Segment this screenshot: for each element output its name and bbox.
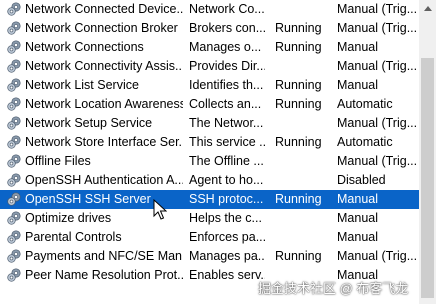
service-startup-type: Manual (Trig... [337,21,418,35]
service-name: Network Connection Broker [25,21,178,35]
service-gear-icon [6,58,22,74]
service-gear-icon [6,96,22,112]
service-startup-type: Manual (Trig... [337,2,418,16]
service-startup-type: Manual (Trig... [337,249,418,263]
service-name: Payments and NFC/SE Man... [25,249,183,263]
service-startup-type: Manual [337,230,378,244]
service-gear-icon [6,77,22,93]
service-name: Network Connected Device... [25,2,183,16]
service-gear-icon [6,134,22,150]
service-row[interactable]: Network Connections Manages o... Running Ma… [0,38,419,57]
service-row[interactable]: Network Location Awareness Collects an...… [0,95,419,114]
service-description: The Offline ... [189,154,264,168]
service-row[interactable]: Network Setup Service The Networ... Manual… [0,114,419,133]
service-gear-icon [6,248,22,264]
service-status: Running [275,249,322,263]
service-row[interactable]: Payments and NFC/SE Man... Manages pa... R… [0,247,419,266]
service-status: Running [275,135,322,149]
service-row[interactable]: Parental Controls Enforces pa... Manual [0,228,419,247]
service-name: Parental Controls [25,230,122,244]
service-startup-type: Disabled [337,173,386,187]
scroll-up-arrow-icon[interactable] [419,0,436,17]
service-description: SSH protoc... [189,192,264,206]
service-description: Enables serv... [189,268,265,282]
service-row[interactable]: Network Connection Broker Brokers con... R… [0,19,419,38]
scrollbar-thumb[interactable] [421,58,434,298]
service-startup-type: Automatic [337,97,393,111]
service-startup-type: Manual (Trig... [337,116,418,130]
service-gear-icon [6,267,22,283]
service-row[interactable]: OpenSSH SSH Server SSH protoc... Running Ma… [0,190,419,209]
service-gear-icon [6,191,22,207]
service-name: Network Connections [25,40,144,54]
service-description: Collects an... [189,97,262,111]
service-startup-type: Manual (Trig... [337,154,418,168]
service-gear-icon [6,210,22,226]
service-startup-type: Manual [337,78,378,92]
service-name: Network Store Interface Ser... [25,135,183,149]
service-status: Running [275,78,322,92]
service-gear-icon [6,229,22,245]
service-description: Provides Dir... [189,59,265,73]
service-description: The Networ... [189,116,264,130]
watermark-text: 掘金技术社区 @ 布客飞龙 [258,281,409,296]
service-description: Agent to ho... [189,173,264,187]
service-startup-type: Manual [337,192,378,206]
service-name: Network Setup Service [25,116,153,130]
service-startup-type: Manual (Trig... [337,59,418,73]
service-name: Peer Name Resolution Prot... [25,268,183,282]
service-startup-type: Automatic [337,135,393,149]
service-name: OpenSSH Authentication A... [25,173,183,187]
service-status: Running [275,40,322,54]
service-gear-icon [6,1,22,17]
service-description: Manages pa... [189,249,265,263]
service-row[interactable]: Offline Files The Offline ... Manual (Trig… [0,152,419,171]
service-gear-icon [6,20,22,36]
vertical-scrollbar[interactable] [419,0,436,304]
service-description: Brokers con... [189,21,265,35]
service-description: Helps the c... [189,211,262,225]
service-startup-type: Manual [337,211,378,225]
service-row[interactable]: OpenSSH Authentication A... Agent to ho..… [0,171,419,190]
service-description: Identifies th... [189,78,264,92]
service-gear-icon [6,172,22,188]
service-gear-icon [6,115,22,131]
mouse-pointer-icon [153,199,167,220]
service-row[interactable]: Network Connected Device... Network Co...… [0,0,419,19]
service-description: Enforces pa... [189,230,265,244]
service-row[interactable]: Network Store Interface Ser... This servi… [0,133,419,152]
service-gear-icon [6,153,22,169]
service-description: Manages o... [189,40,262,54]
service-status: Running [275,21,322,35]
service-status: Running [275,97,322,111]
service-status: Running [275,192,322,206]
service-row[interactable]: Network List Service Identifies th... Runn… [0,76,419,95]
service-description: This service ... [189,135,265,149]
service-gear-icon [6,39,22,55]
service-name: Network List Service [25,78,139,92]
service-row[interactable]: Network Connectivity Assis... Provides Di… [0,57,419,76]
service-description: Network Co... [189,2,265,16]
service-startup-type: Manual [337,40,378,54]
service-name: Network Location Awareness [25,97,183,111]
service-row[interactable]: Optimize drives Helps the c... Manual [0,209,419,228]
service-name: Network Connectivity Assis... [25,59,183,73]
services-list[interactable]: Network Connected Device... Network Co...… [0,0,419,304]
service-name: Offline Files [25,154,91,168]
